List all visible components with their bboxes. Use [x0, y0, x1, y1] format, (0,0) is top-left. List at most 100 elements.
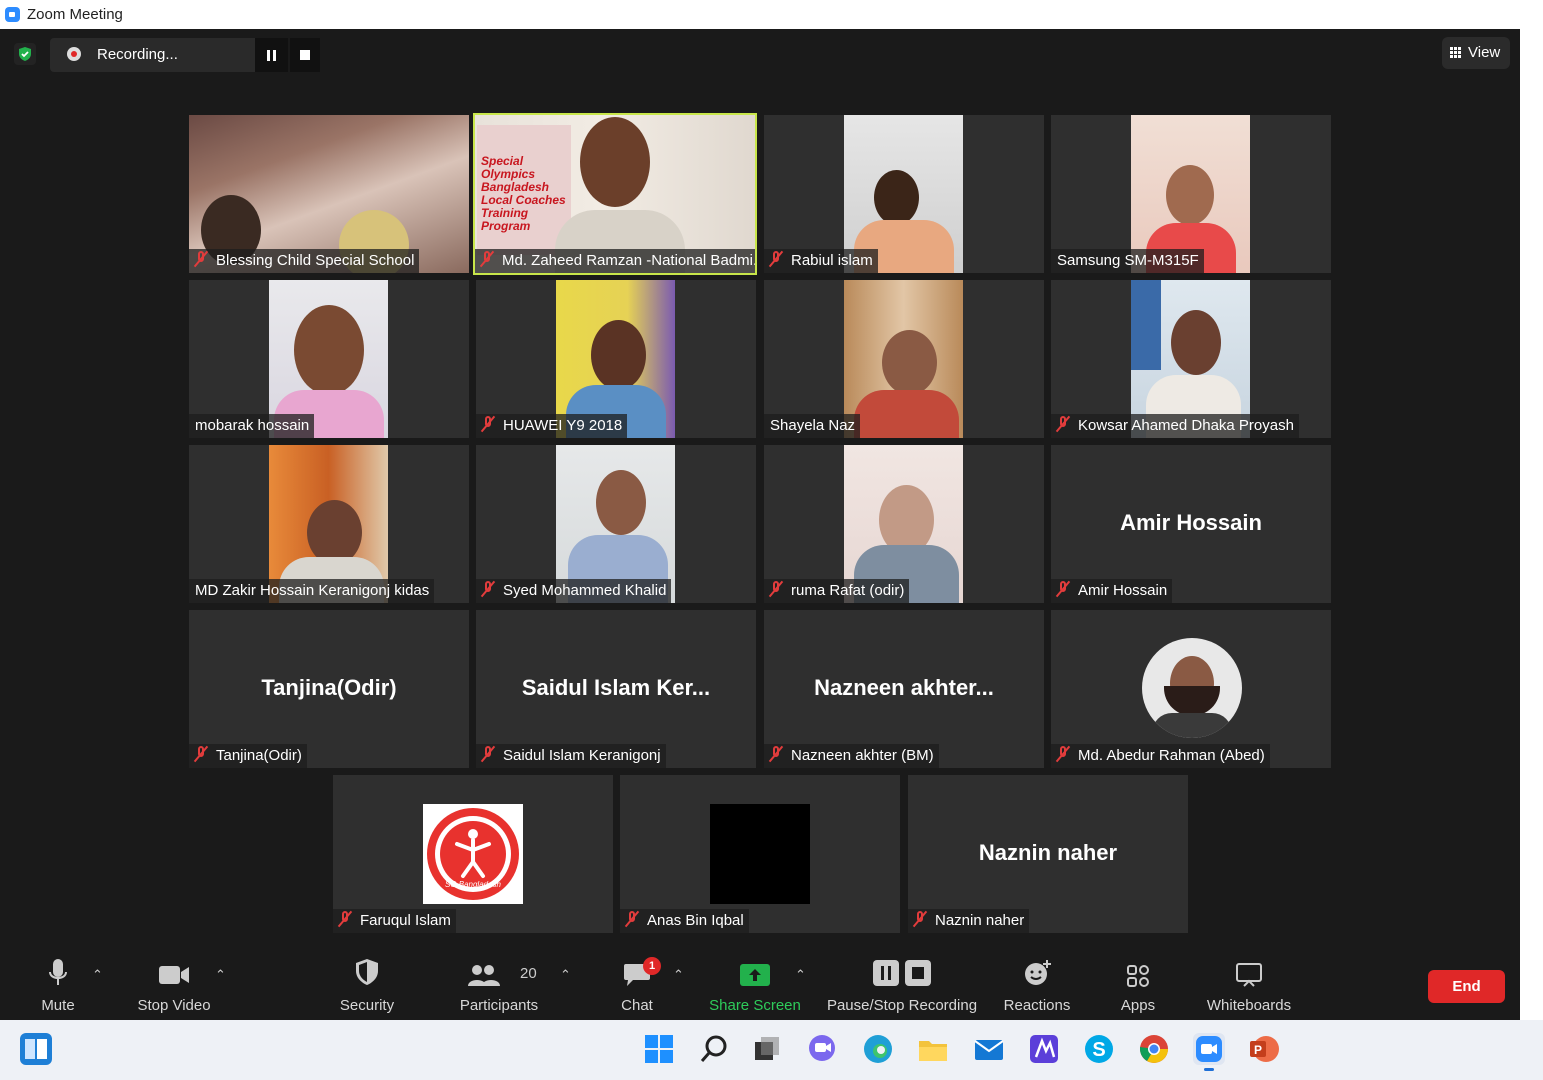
muted-mic-icon: [626, 911, 638, 927]
svg-text:P: P: [1254, 1043, 1262, 1057]
stop-video-button[interactable]: Stop Video: [129, 940, 219, 1020]
encryption-shield-icon[interactable]: [14, 43, 36, 65]
end-meeting-button[interactable]: End: [1428, 970, 1505, 1003]
participants-count: 20: [520, 965, 537, 982]
participant-tile[interactable]: Syed Mohammed Khalid: [476, 445, 756, 603]
participant-tile[interactable]: Amir Hossain Amir Hossain: [1051, 445, 1331, 603]
participant-name-tag: Kowsar Ahamed Dhaka Proyash: [1051, 414, 1299, 438]
muted-mic-icon: [1057, 746, 1069, 762]
participant-tile[interactable]: Rabiul islam: [764, 115, 1044, 273]
reactions-button[interactable]: Reactions: [997, 940, 1077, 1020]
participant-name-tag: Shayela Naz: [764, 414, 861, 438]
share-options-chevron-icon[interactable]: ⌃: [795, 967, 806, 982]
teams-chat-icon[interactable]: [806, 1033, 838, 1065]
participant-name-tag: MD Zakir Hossain Keranigonj kidas: [189, 579, 435, 603]
recording-label: Recording...: [97, 46, 178, 63]
chat-unread-badge: 1: [643, 957, 661, 975]
pause-recording-button[interactable]: [255, 38, 288, 72]
share-screen-label: Share Screen: [709, 997, 801, 1014]
muted-mic-icon: [339, 911, 351, 927]
participant-tile[interactable]: SO Bangladesh Faruqul Islam: [333, 775, 613, 933]
share-screen-button[interactable]: Share Screen: [705, 940, 805, 1020]
participant-tile[interactable]: ruma Rafat (odir): [764, 445, 1044, 603]
meeting-toolbar: Mute ⌃ Stop Video ⌃ Security 20 Particip…: [0, 940, 1520, 1020]
security-shield-icon: [356, 959, 378, 985]
participant-name-tag: Naznin naher: [908, 909, 1030, 933]
start-icon[interactable]: [643, 1033, 675, 1065]
app-icon[interactable]: [1028, 1033, 1060, 1065]
special-olympics-logo: SO Bangladesh: [423, 804, 523, 904]
muted-mic-icon: [770, 581, 782, 597]
task-view-icon[interactable]: [751, 1033, 783, 1065]
participant-tile[interactable]: MD Zakir Hossain Keranigonj kidas: [189, 445, 469, 603]
muted-mic-icon: [482, 416, 494, 432]
view-button[interactable]: View: [1442, 37, 1510, 69]
participant-display-name: Naznin naher: [978, 840, 1118, 865]
participants-button[interactable]: 20 Participants: [454, 940, 544, 1020]
recording-dot-icon: [67, 47, 81, 61]
zoom-app-icon: [5, 7, 20, 22]
participant-tile[interactable]: Nazneen akhter... Nazneen akhter (BM): [764, 610, 1044, 768]
muted-mic-icon: [195, 251, 207, 267]
powerpoint-icon[interactable]: P: [1248, 1033, 1280, 1065]
participants-options-chevron-icon[interactable]: ⌃: [560, 967, 571, 982]
participant-tile[interactable]: Kowsar Ahamed Dhaka Proyash: [1051, 280, 1331, 438]
participant-tile[interactable]: Tanjina(Odir) Tanjina(Odir): [189, 610, 469, 768]
security-label: Security: [339, 997, 395, 1014]
edge-icon[interactable]: [862, 1033, 894, 1065]
reactions-smiley-icon: [1025, 960, 1051, 985]
whiteboard-icon: [1236, 963, 1262, 987]
zoom-icon[interactable]: [1193, 1033, 1225, 1071]
chat-button[interactable]: 1 Chat: [607, 940, 667, 1020]
participant-name-tag: mobarak hossain: [189, 414, 315, 438]
file-explorer-icon[interactable]: [917, 1033, 949, 1065]
whiteboards-label: Whiteboards: [1206, 997, 1292, 1014]
muted-mic-icon: [770, 746, 782, 762]
audio-options-chevron-icon[interactable]: ⌃: [92, 967, 103, 982]
chat-options-chevron-icon[interactable]: ⌃: [673, 967, 684, 982]
chrome-icon[interactable]: [1138, 1033, 1170, 1065]
pause-stop-recording-icon: [873, 960, 931, 986]
muted-mic-icon: [195, 746, 207, 762]
participant-display-name: Saidul Islam Ker...: [521, 675, 711, 700]
share-screen-icon: [740, 964, 770, 986]
participant-name-tag: Md. Abedur Rahman (Abed): [1051, 744, 1270, 768]
widgets-icon[interactable]: [20, 1033, 52, 1065]
muted-mic-icon: [1057, 416, 1069, 432]
participant-tile-active-speaker[interactable]: Special Olympics Bangladesh Local Coache…: [473, 113, 757, 275]
pause-stop-recording-button[interactable]: Pause/Stop Recording: [822, 940, 982, 1020]
participant-tile[interactable]: Blessing Child Special School: [189, 115, 469, 273]
search-icon[interactable]: [698, 1033, 730, 1065]
reactions-label: Reactions: [1003, 997, 1071, 1014]
whiteboards-button[interactable]: Whiteboards: [1199, 940, 1299, 1020]
participant-name-tag: Syed Mohammed Khalid: [476, 579, 672, 603]
stop-recording-button[interactable]: [290, 38, 320, 72]
participant-name-tag: Tanjina(Odir): [189, 744, 307, 768]
security-button[interactable]: Security: [327, 940, 407, 1020]
view-label: View: [1468, 44, 1501, 61]
apps-button[interactable]: Apps: [1103, 940, 1173, 1020]
mute-button[interactable]: Mute: [23, 940, 93, 1020]
window-title: Zoom Meeting: [27, 6, 123, 23]
svg-text:S: S: [1092, 1039, 1105, 1061]
participant-tile[interactable]: Saidul Islam Ker... Saidul Islam Keranig…: [476, 610, 756, 768]
participant-tile[interactable]: Shayela Naz: [764, 280, 1044, 438]
pause-stop-recording-label: Pause/Stop Recording: [826, 997, 978, 1014]
muted-mic-icon: [482, 746, 494, 762]
title-bar: Zoom Meeting: [0, 0, 1543, 29]
video-camera-icon: [159, 966, 189, 984]
participant-tile[interactable]: HUAWEI Y9 2018: [476, 280, 756, 438]
participant-tile[interactable]: mobarak hossain: [189, 280, 469, 438]
skype-icon[interactable]: S: [1083, 1033, 1115, 1065]
video-options-chevron-icon[interactable]: ⌃: [215, 967, 226, 982]
profile-avatar: [1142, 638, 1242, 738]
participant-tile[interactable]: Md. Abedur Rahman (Abed): [1051, 610, 1331, 768]
recording-indicator: Recording...: [50, 38, 320, 72]
participant-tile[interactable]: Anas Bin Iqbal: [620, 775, 900, 933]
mute-label: Mute: [41, 997, 75, 1014]
grid-view-icon: [1450, 47, 1462, 59]
participant-tile[interactable]: Naznin naher Naznin naher: [908, 775, 1188, 933]
participant-tile[interactable]: Samsung SM-M315F: [1051, 115, 1331, 273]
mail-icon[interactable]: [973, 1033, 1005, 1065]
chat-label: Chat: [621, 997, 653, 1014]
